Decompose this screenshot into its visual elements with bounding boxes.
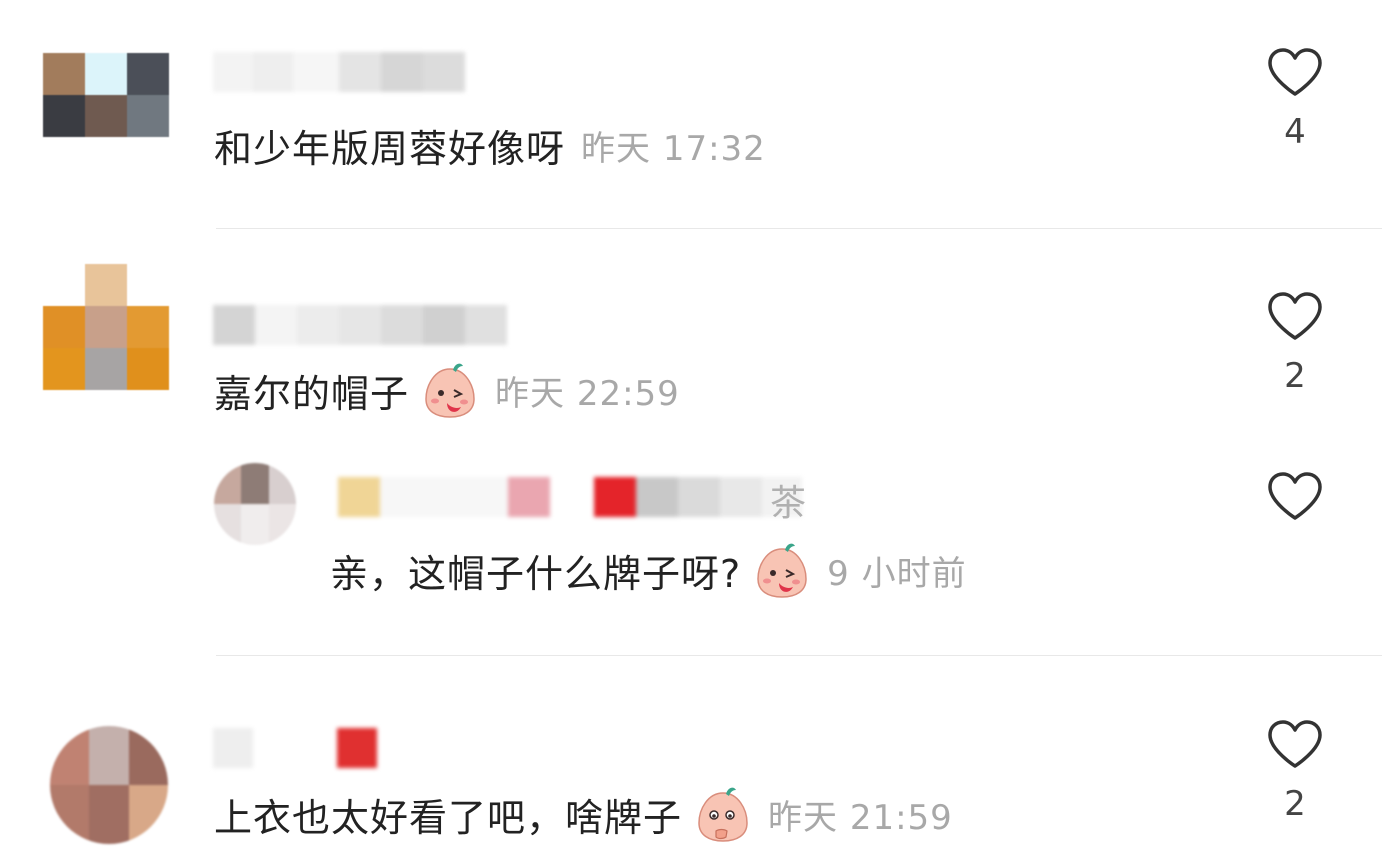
- reply-text: 亲，这帽子什么牌子呀?: [330, 551, 742, 596]
- heart-outline-icon: [1268, 472, 1322, 520]
- comment-text: 嘉尔的帽子: [214, 371, 410, 416]
- like-button[interactable]: 2: [1255, 718, 1335, 824]
- comment-1: 和少年版周蓉好像呀 昨天 17:32 4: [0, 0, 1382, 230]
- blushing-face-emoji-icon: [425, 363, 475, 418]
- username-blurred[interactable]: [213, 52, 465, 92]
- comment-time: 昨天 17:32: [581, 128, 766, 169]
- heart-outline-icon: [1268, 292, 1322, 340]
- like-count: 2: [1284, 356, 1306, 396]
- like-count: 2: [1284, 784, 1306, 824]
- reply-like-button[interactable]: [1255, 470, 1335, 522]
- username-blurred[interactable]: [213, 728, 377, 768]
- comment-text: 和少年版周蓉好像呀: [214, 126, 566, 171]
- comment-2: 嘉尔的帽子 昨天 22:59 2 茶 亲，这帽子什么牌子呀? 9 小时前: [0, 230, 1382, 655]
- like-button[interactable]: 4: [1255, 46, 1335, 152]
- divider: [216, 228, 1382, 229]
- comment-body: 和少年版周蓉好像呀 昨天 17:32: [214, 118, 766, 172]
- comment-time: 昨天 21:59: [768, 797, 953, 838]
- comment-body: 上衣也太好看了吧，啥牌子 昨天 21:59: [214, 784, 953, 844]
- blushing-face-emoji-icon: [757, 543, 807, 598]
- comment-body: 嘉尔的帽子 昨天 22:59: [214, 360, 680, 420]
- like-button[interactable]: 2: [1255, 290, 1335, 396]
- reply-username-tail: 茶: [770, 483, 807, 524]
- reply-time: 9 小时前: [827, 553, 967, 594]
- comment-3: 上衣也太好看了吧，啥牌子 昨天 21:59 2: [0, 656, 1382, 854]
- like-count: 4: [1284, 112, 1306, 152]
- reply-username-blurred[interactable]: [338, 477, 802, 517]
- blushing-face-emoji-icon: [698, 787, 748, 842]
- heart-outline-icon: [1268, 48, 1322, 96]
- avatar[interactable]: [43, 264, 169, 390]
- reply-avatar[interactable]: [214, 463, 296, 545]
- comment-time: 昨天 22:59: [495, 373, 680, 414]
- username-blurred[interactable]: [213, 305, 507, 345]
- avatar[interactable]: [50, 726, 168, 844]
- avatar[interactable]: [43, 53, 169, 137]
- reply-body: 亲，这帽子什么牌子呀? 9 小时前: [330, 540, 967, 600]
- heart-outline-icon: [1268, 720, 1322, 768]
- comment-text: 上衣也太好看了吧，啥牌子: [214, 795, 683, 840]
